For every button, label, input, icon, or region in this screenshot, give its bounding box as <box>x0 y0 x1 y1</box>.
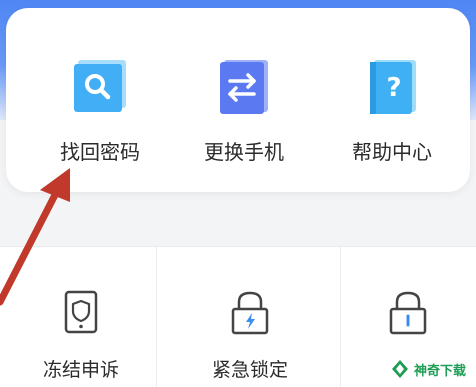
help-book-icon: ? <box>360 54 424 118</box>
help-center-label: 帮助中心 <box>352 140 432 164</box>
freeze-appeal-label: 冻结申诉 <box>42 359 119 381</box>
emergency-lock-label: 紧急锁定 <box>211 359 288 381</box>
quick-actions-card: 找回密码 更换手机 ? 帮助中心 <box>6 8 470 192</box>
emergency-lock-button[interactable]: 紧急锁定 <box>160 247 341 387</box>
watermark-logo-icon <box>391 360 408 378</box>
lock-lightning-icon <box>228 289 272 335</box>
change-phone-button[interactable]: 更换手机 <box>174 54 314 178</box>
svg-text:?: ? <box>386 73 401 103</box>
swap-icon <box>212 54 276 118</box>
shield-phone-icon <box>59 289 103 335</box>
search-icon <box>68 54 132 118</box>
help-center-button[interactable]: ? 帮助中心 <box>322 54 462 178</box>
watermark: 神奇下载 <box>385 356 470 382</box>
lock-icon <box>386 289 430 335</box>
find-password-button[interactable]: 找回密码 <box>30 54 170 178</box>
find-password-label: 找回密码 <box>60 140 140 164</box>
watermark-text: 神奇下载 <box>413 363 466 379</box>
freeze-appeal-button[interactable]: 冻结申诉 <box>6 247 157 387</box>
change-phone-label: 更换手机 <box>204 140 284 164</box>
